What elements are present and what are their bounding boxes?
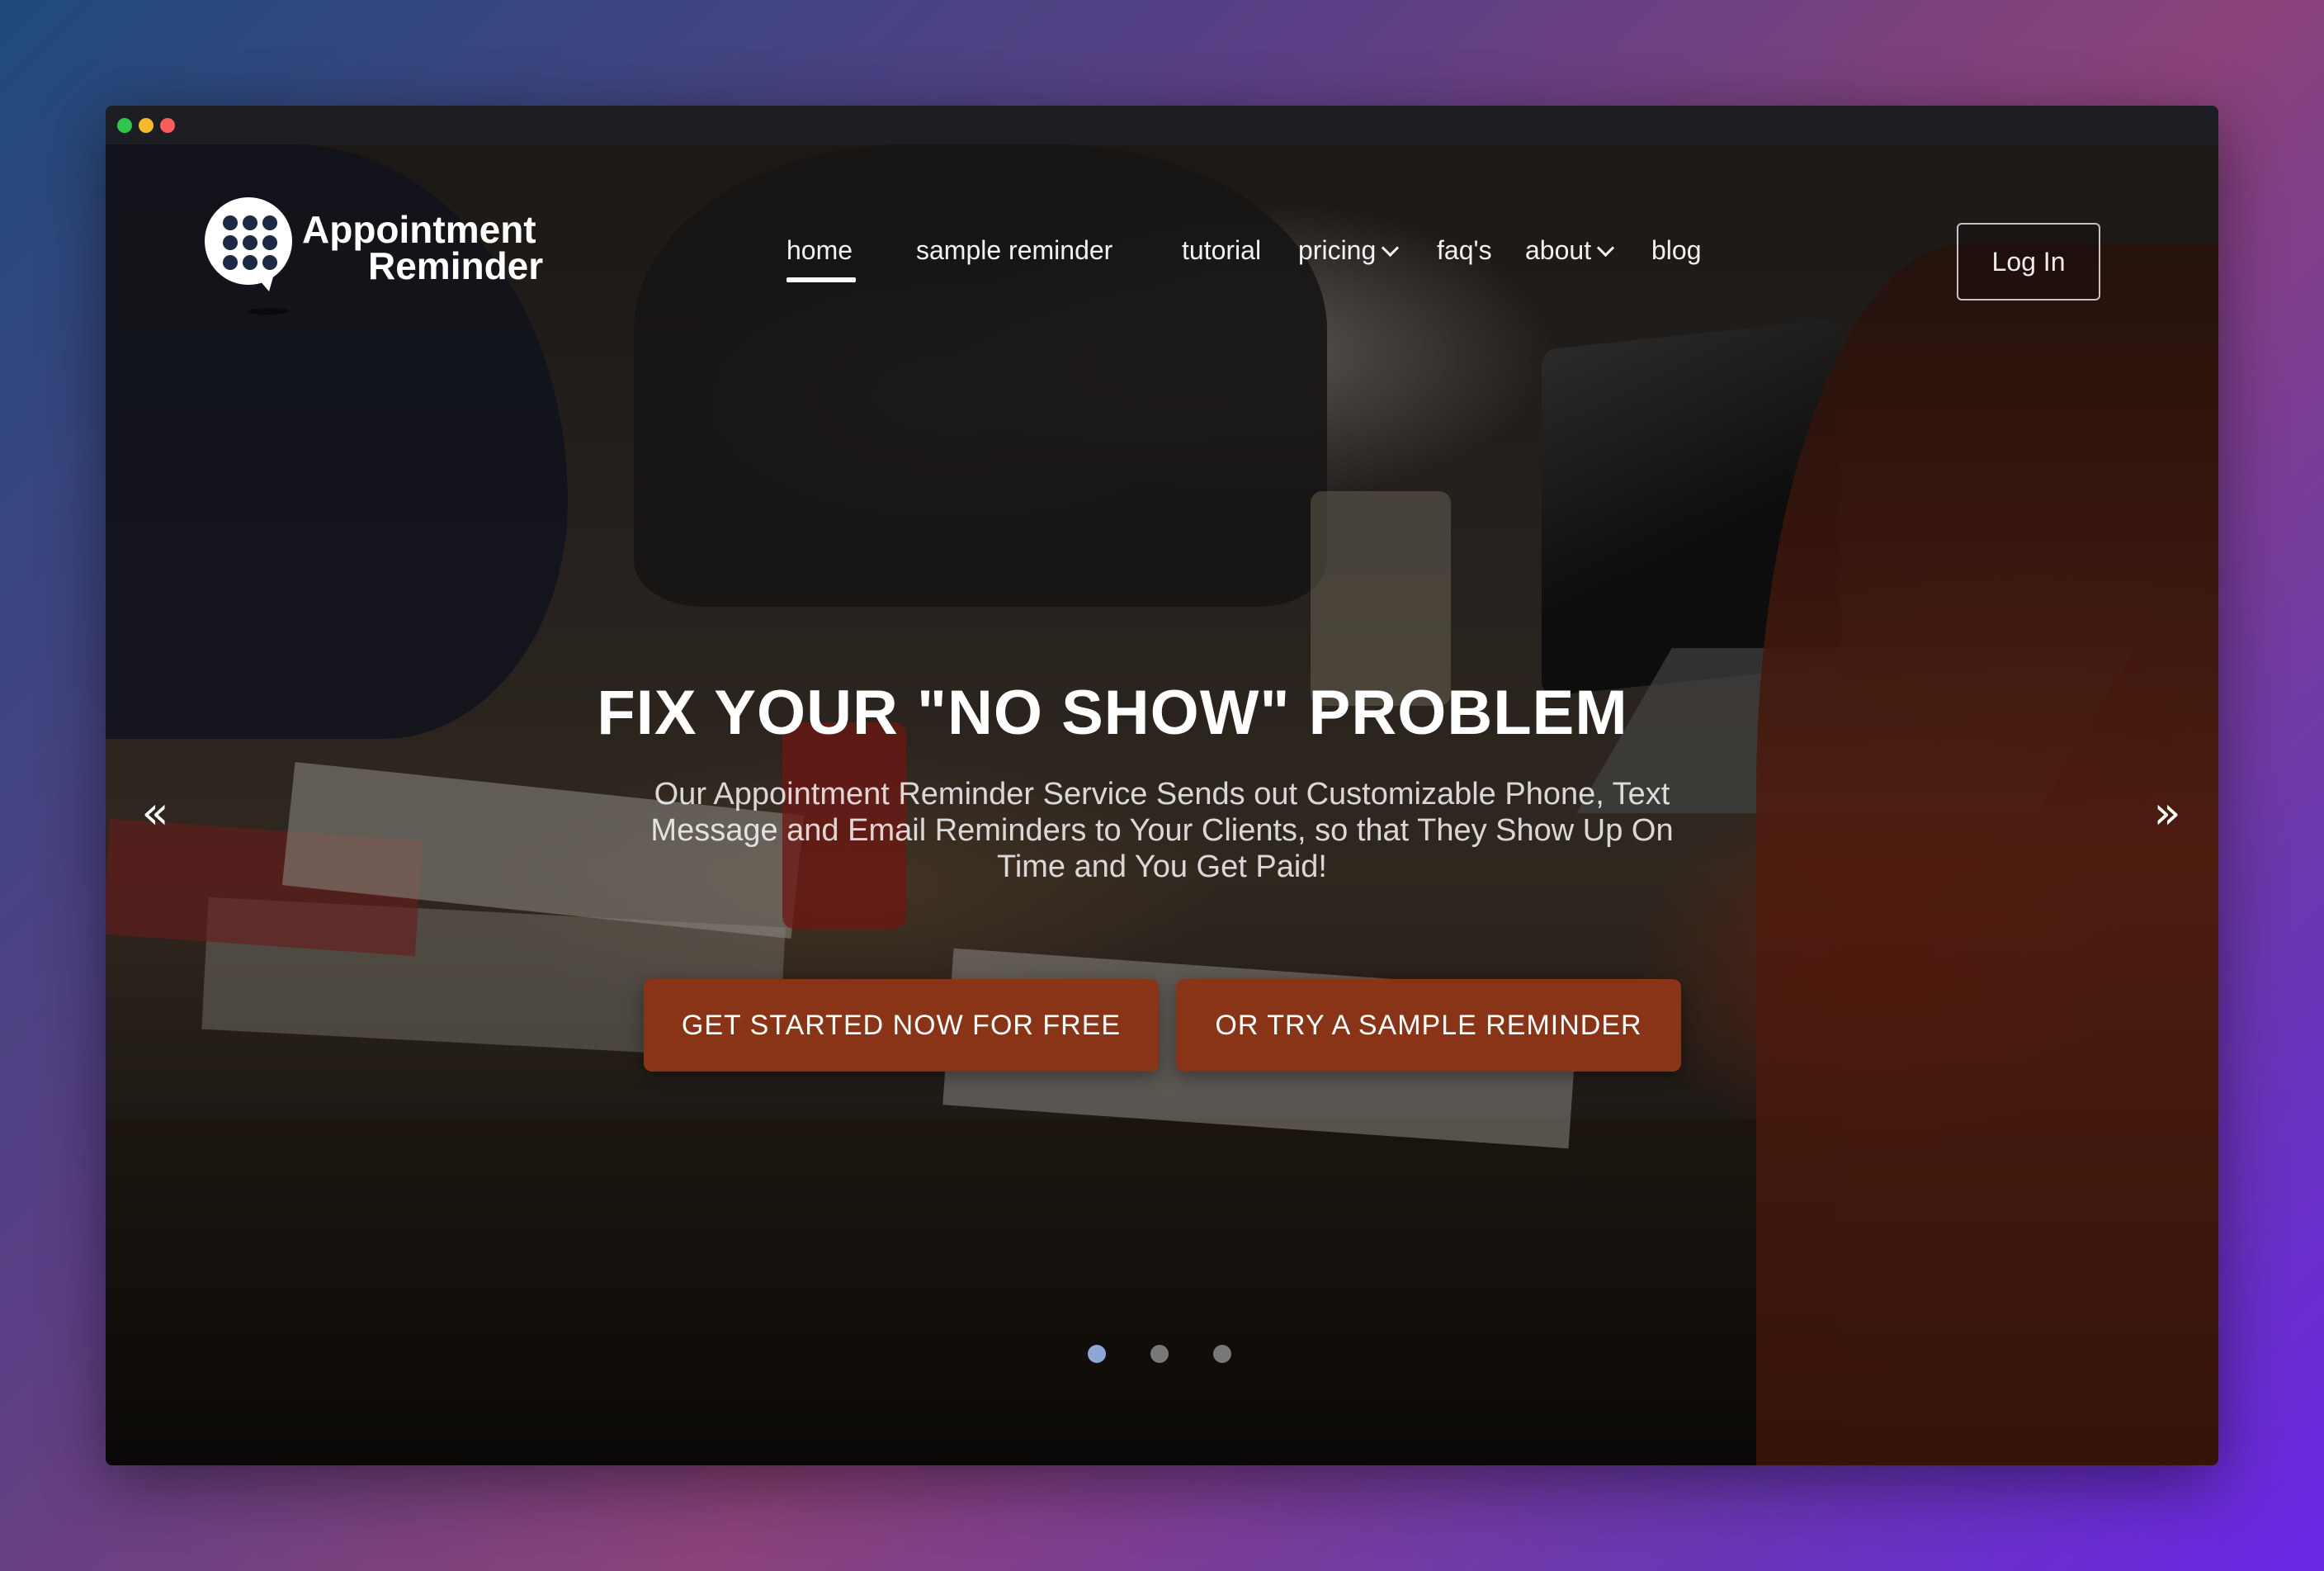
window-maximize-button[interactable] <box>117 118 132 133</box>
hero-carousel: Appointment Reminder home sample reminde… <box>106 144 2218 1465</box>
nav-item-faqs[interactable]: faq's <box>1437 235 1492 266</box>
hero-subtext: Our Appointment Reminder Service Sends o… <box>650 777 1674 884</box>
carousel-indicators <box>1088 1345 1278 1365</box>
logo-shadow <box>248 308 289 315</box>
hero-headline: FIX YOUR "NO SHOW" PROBLEM <box>597 678 1628 748</box>
nav-item-sample-reminder[interactable]: sample reminder <box>916 235 1112 266</box>
nav-item-label: about <box>1525 235 1592 265</box>
browser-window: Appointment Reminder home sample reminde… <box>106 106 2218 1465</box>
nav-item-label: pricing <box>1298 235 1377 265</box>
nav-item-label: blog <box>1651 235 1702 265</box>
carousel-indicator-2[interactable] <box>1150 1345 1169 1363</box>
main-nav: home sample reminder tutorial pricing fa… <box>106 235 2218 285</box>
carousel-indicator-1[interactable] <box>1088 1345 1106 1363</box>
nav-active-underline <box>786 277 856 282</box>
sample-reminder-button[interactable]: OR TRY A SAMPLE REMINDER <box>1176 979 1681 1072</box>
chevron-down-icon <box>1596 239 1615 258</box>
nav-item-label: home <box>786 235 853 265</box>
nav-item-blog[interactable]: blog <box>1651 235 1702 266</box>
carousel-prev-icon[interactable]: « <box>130 788 180 838</box>
chevron-down-icon <box>1382 239 1400 258</box>
nav-item-about[interactable]: about <box>1525 235 1615 266</box>
nav-item-label: tutorial <box>1182 235 1262 265</box>
get-started-button[interactable]: GET STARTED NOW FOR FREE <box>644 979 1159 1072</box>
nav-item-home[interactable]: home <box>786 235 853 266</box>
window-titlebar <box>106 106 2218 144</box>
carousel-next-icon[interactable]: » <box>2142 788 2192 838</box>
nav-item-pricing[interactable]: pricing <box>1298 235 1400 266</box>
nav-item-label: faq's <box>1437 235 1492 265</box>
carousel-indicator-3[interactable] <box>1213 1345 1231 1363</box>
nav-item-tutorial[interactable]: tutorial <box>1182 235 1261 266</box>
nav-item-label: sample reminder <box>916 235 1113 265</box>
window-minimize-button[interactable] <box>139 118 154 133</box>
login-button[interactable]: Log In <box>1957 223 2100 300</box>
window-close-button[interactable] <box>160 118 175 133</box>
